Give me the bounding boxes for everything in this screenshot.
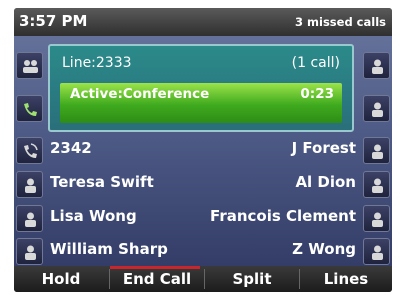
line-key-right-3[interactable] — [363, 137, 390, 164]
call-state-label: Active:Conference — [70, 86, 210, 102]
call-line-label: Line:2333 — [62, 55, 132, 71]
active-conference-bar[interactable]: Active:Conference 0:23 — [60, 83, 342, 123]
line-label-right-5: Francois Clement — [210, 207, 356, 225]
line-key-left-4[interactable] — [16, 171, 43, 198]
handset-ringing-icon — [24, 143, 38, 158]
contact-icon — [372, 178, 383, 193]
line-key-right-6[interactable] — [363, 238, 390, 265]
line-key-left-6[interactable] — [16, 238, 43, 265]
line-key-right-2[interactable] — [363, 95, 390, 122]
line-label-left-6: William Sharp — [50, 240, 168, 258]
line-key-left-1[interactable] — [16, 52, 43, 79]
contact-icon — [25, 178, 36, 193]
line-key-right-5[interactable] — [363, 205, 390, 232]
line-key-left-3[interactable] — [16, 137, 43, 164]
line-key-left-5[interactable] — [16, 205, 43, 232]
contact-icon — [372, 102, 383, 117]
contact-icon — [372, 59, 383, 74]
contact-icon — [372, 144, 383, 159]
contact-icon — [25, 245, 36, 260]
line-label-right-6: Z Wong — [292, 240, 356, 258]
multi-user-icon — [23, 60, 38, 73]
softkey-bar: Hold End Call Split Lines — [14, 266, 392, 292]
line-label-right-3: J Forest — [291, 139, 356, 157]
contact-icon — [372, 245, 383, 260]
call-duration: 0:23 — [300, 86, 334, 102]
clock-time: 3:57 PM — [19, 12, 88, 30]
contact-icon — [25, 212, 36, 227]
active-call-panel[interactable]: Line:2333 (1 call) Active:Conference 0:2… — [48, 44, 354, 132]
line-key-right-4[interactable] — [363, 171, 390, 198]
phone-screen: 3:57 PM 3 missed calls 2342 Teresa Swift… — [14, 8, 392, 292]
contact-icon — [372, 212, 383, 227]
lines-button[interactable]: Lines — [300, 266, 392, 292]
status-bar: 3:57 PM 3 missed calls — [14, 8, 392, 36]
call-count: (1 call) — [291, 55, 340, 71]
hold-button[interactable]: Hold — [14, 266, 108, 292]
handset-icon — [24, 103, 37, 116]
line-key-right-1[interactable] — [363, 52, 390, 79]
line-key-left-2[interactable] — [16, 95, 43, 122]
line-label-left-3: 2342 — [50, 139, 92, 157]
end-call-button[interactable]: End Call — [110, 266, 204, 292]
line-label-left-5: Lisa Wong — [50, 207, 137, 225]
missed-calls-indicator[interactable]: 3 missed calls — [295, 15, 386, 29]
line-label-right-4: Al Dion — [295, 173, 356, 191]
split-button[interactable]: Split — [205, 266, 299, 292]
line-label-left-4: Teresa Swift — [50, 173, 154, 191]
